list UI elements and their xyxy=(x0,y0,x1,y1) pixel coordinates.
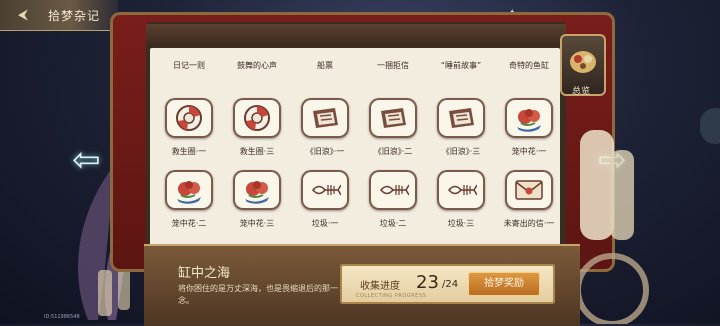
item-label: 垃圾·二 xyxy=(379,219,407,228)
progress-total: /24 xyxy=(442,279,459,290)
item-grid: 日记一则 鼓舞的心声 船票 一捆拒信 “睡前故事” 奇特的鱼缸救生圈·一 救生圈·三 《旧浪》… xyxy=(150,48,560,248)
item-label: 垃圾·一 xyxy=(311,219,339,228)
newspaper-icon xyxy=(449,108,474,128)
item-label: 未寄出的信·一 xyxy=(503,219,555,228)
item-badge xyxy=(233,98,281,138)
newspaper-icon xyxy=(381,108,406,128)
item-label: 救生圈·一 xyxy=(171,147,207,156)
flower-icon xyxy=(517,109,541,132)
progress-subtitle: COLLECTING PROGRESS xyxy=(356,293,427,299)
item-label: 《旧浪》·二 xyxy=(373,147,413,156)
flower-icon xyxy=(177,181,201,204)
item-label: 笼中花·一 xyxy=(511,147,547,156)
fishbone-icon xyxy=(380,184,409,196)
item-label: 鼓舞的心声 xyxy=(237,61,277,70)
treasure-icon xyxy=(570,51,596,73)
side-chat-button[interactable] xyxy=(700,108,720,144)
item-label: 《旧浪》·一 xyxy=(305,147,345,156)
back-arrow-icon[interactable]: ⮜ xyxy=(14,6,32,24)
item-label: 垃圾·三 xyxy=(447,219,475,228)
item-badge xyxy=(437,170,485,210)
reward-button[interactable]: 拾梦奖励 xyxy=(468,272,540,296)
item-badge xyxy=(301,98,349,138)
lifebuoy-icon xyxy=(244,105,270,131)
item-badge xyxy=(233,170,281,210)
item-badge xyxy=(505,98,553,138)
item-label: 一捆拒信 xyxy=(377,61,409,70)
collection-description: 将你困住的是万丈深海，也是畏缩退后的那一念。 xyxy=(178,284,338,305)
fishbone-icon xyxy=(312,184,341,196)
item-label: 救生圈·三 xyxy=(239,147,275,156)
item-badge xyxy=(369,170,417,210)
item-label: 《旧浪》·三 xyxy=(441,147,481,156)
fishbone-icon xyxy=(448,184,477,196)
item-label: 笼中花·三 xyxy=(239,219,275,228)
item-badge xyxy=(301,170,349,210)
item-label: 船票 xyxy=(317,61,333,70)
item-label: 笼中花·二 xyxy=(171,219,207,228)
flower-icon xyxy=(245,181,269,204)
progress-label: 收集进度 xyxy=(360,281,400,292)
book-rail xyxy=(146,24,566,46)
lifebuoy-icon xyxy=(176,105,202,131)
item-badge xyxy=(165,170,213,210)
item-label: “睡前故事” xyxy=(440,61,482,70)
item-label: 奇特的鱼缸 xyxy=(509,61,549,70)
item-badge xyxy=(165,98,213,138)
item-badge xyxy=(369,98,417,138)
user-id: ID:511986548 xyxy=(44,314,80,320)
overview-label: 总览 xyxy=(572,87,591,97)
envelope-icon xyxy=(515,180,543,200)
item-label: 日记一则 xyxy=(173,61,205,70)
newspaper-icon xyxy=(313,108,338,128)
item-badge xyxy=(437,98,485,138)
item-badge xyxy=(505,170,553,210)
progress-current: 23 xyxy=(416,272,439,293)
collection-title: 缸中之海 xyxy=(178,266,231,281)
prev-page-arrow-icon[interactable]: ⇦ xyxy=(72,140,101,180)
page-title: 拾梦杂记 xyxy=(48,9,101,23)
